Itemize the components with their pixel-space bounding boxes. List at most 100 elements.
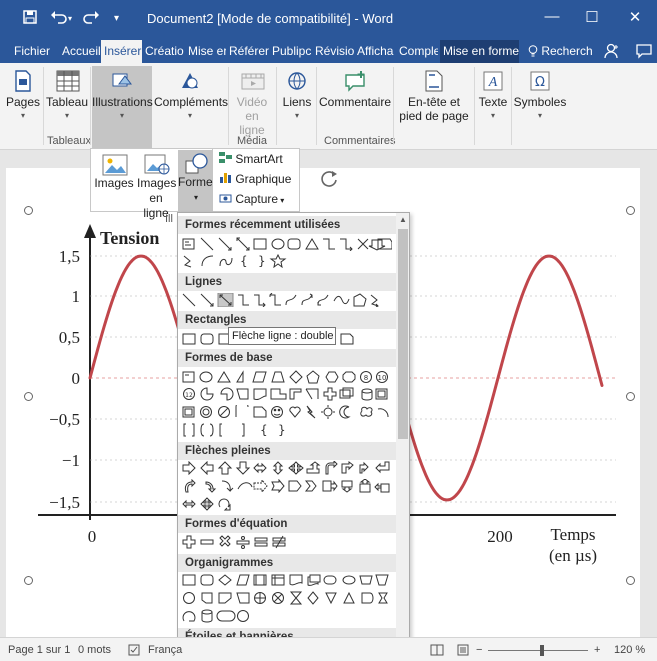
read-mode-icon[interactable]	[430, 644, 444, 659]
tab-accueil[interactable]: Accueil	[60, 40, 100, 63]
picture-icon	[102, 154, 128, 176]
undo-dropdown-icon[interactable]: ▾	[68, 9, 72, 29]
save-icon[interactable]	[22, 9, 38, 31]
graphique-button[interactable]: Graphique	[219, 172, 291, 186]
category-recent: Formes récemment utilisées	[178, 216, 396, 234]
shapes-row[interactable]	[182, 535, 392, 549]
shapes-row[interactable]: 12	[182, 387, 392, 401]
undo-icon[interactable]	[50, 9, 68, 31]
y-tick: 1	[72, 287, 81, 306]
word-count[interactable]: 0 mots	[78, 644, 111, 656]
omega-icon: Ω	[529, 70, 551, 92]
images-button[interactable]: Images	[93, 151, 135, 211]
illustrations-button[interactable]: Illustrations ▾	[92, 66, 153, 148]
y-tick: 1,5	[59, 247, 80, 266]
smartart-button[interactable]: SmartArt	[219, 152, 283, 166]
zoom-out-button[interactable]: −	[476, 644, 482, 656]
shapes-row[interactable]	[182, 591, 392, 605]
shapes-row[interactable]	[182, 461, 392, 475]
lightbulb-icon	[528, 44, 541, 58]
resize-handle[interactable]	[24, 392, 33, 401]
shapes-row[interactable]	[182, 479, 392, 493]
shapes-icon	[184, 153, 208, 174]
resize-handle[interactable]	[24, 206, 33, 215]
symboles-button[interactable]: Ω Symboles ▾	[513, 66, 567, 132]
shapes-row[interactable]	[182, 497, 392, 511]
language[interactable]: França	[148, 644, 182, 656]
minimize-button[interactable]: —	[537, 8, 567, 25]
tab-complements[interactable]: Comple	[397, 40, 438, 63]
share-user-icon[interactable]	[604, 43, 624, 62]
shapes-row[interactable]	[182, 293, 392, 307]
illustrations-icon	[111, 70, 133, 92]
rotate-handle-icon[interactable]	[319, 169, 341, 194]
illustrations-side-list: SmartArt Graphique Capture ▾	[213, 148, 300, 212]
tab-affichage[interactable]: Afficha	[355, 40, 396, 63]
tab-mise-en-page[interactable]: Mise er	[186, 40, 226, 63]
illustrations-dropdown: Images Images en ligne Formes ▾	[90, 148, 219, 220]
category-basic-shapes: Formes de base	[178, 349, 396, 367]
y-tick: 0,5	[59, 328, 80, 347]
online-images-button[interactable]: Images en ligne	[136, 151, 176, 220]
page-count[interactable]: Page 1 sur 1	[8, 644, 70, 656]
formes-button[interactable]: Formes ▾	[178, 150, 219, 212]
maximize-button[interactable]: ☐	[577, 8, 607, 26]
status-bar: Page 1 sur 1 0 mots França − + 120 %	[0, 637, 657, 661]
shapes-row[interactable]	[182, 573, 392, 587]
online-picture-icon	[144, 154, 170, 175]
tableau-button[interactable]: Tableau ▾	[45, 66, 89, 132]
scroll-thumb[interactable]	[398, 229, 408, 439]
zoom-slider[interactable]	[488, 650, 588, 651]
video-icon	[241, 70, 265, 92]
resize-handle[interactable]	[626, 392, 635, 401]
svg-text:A: A	[488, 75, 498, 90]
tab-inserer[interactable]: Insérer	[101, 40, 142, 63]
tab-creation[interactable]: Créatio	[143, 40, 184, 63]
entete-pied-button[interactable]: En-tête et pied de page	[395, 66, 473, 132]
resize-handle[interactable]	[626, 206, 635, 215]
redo-icon[interactable]	[82, 9, 100, 31]
shapes-row[interactable]: { }	[182, 254, 392, 268]
link-icon	[286, 70, 308, 92]
close-button[interactable]: ✕	[620, 8, 650, 26]
comments-icon[interactable]	[636, 44, 652, 62]
svg-text:{: {	[240, 254, 248, 268]
video-button: Vidéo en ligne	[230, 66, 274, 137]
y-axis-title: Tension	[100, 228, 159, 248]
tab-publipostage[interactable]: Publipc	[270, 40, 312, 63]
tab-references[interactable]: Référer	[227, 40, 269, 63]
zoom-slider-thumb[interactable]	[540, 645, 544, 656]
pages-button[interactable]: Pages ▾	[5, 66, 41, 132]
zoom-level[interactable]: 120 %	[614, 644, 645, 656]
svg-text:8: 8	[364, 374, 368, 382]
tab-revision[interactable]: Révisio	[313, 40, 354, 63]
text-icon: A	[482, 70, 504, 92]
complements-button[interactable]: Compléments ▾	[154, 66, 228, 132]
y-tick: −1	[62, 451, 80, 470]
tab-fichier[interactable]: Fichier	[12, 40, 50, 63]
resize-handle[interactable]	[24, 576, 33, 585]
proofing-icon[interactable]	[128, 644, 140, 659]
shapes-row[interactable]	[182, 609, 392, 623]
liens-button[interactable]: Liens ▾	[280, 66, 314, 132]
capture-button[interactable]: Capture ▾	[219, 192, 284, 206]
print-layout-icon[interactable]	[456, 644, 470, 659]
category-equation-shapes: Formes d'équation	[178, 515, 396, 533]
shapes-row[interactable]: 8 10	[182, 370, 392, 384]
ribbon: Pages ▾ Tableau ▾ Tableaux Illustrations ▾ …	[0, 63, 657, 150]
texte-button[interactable]: A Texte ▾	[476, 66, 510, 132]
commentaire-button[interactable]: Commentaire	[318, 66, 392, 132]
shapes-row[interactable]: { }	[182, 423, 392, 437]
scroll-up-icon[interactable]: ▲	[399, 215, 407, 224]
shapes-row[interactable]	[182, 237, 392, 251]
search-box[interactable]: Recherch	[528, 44, 593, 58]
resize-handle[interactable]	[626, 576, 635, 585]
customize-qat-icon[interactable]: ▾	[114, 9, 119, 29]
gallery-scrollbar[interactable]: ▲	[396, 213, 409, 660]
tab-mise-en-forme[interactable]: Mise en forme	[440, 40, 519, 63]
zoom-in-button[interactable]: +	[594, 644, 600, 656]
svg-text:}: }	[258, 254, 266, 268]
x-tick: 0	[88, 527, 97, 546]
svg-text:}: }	[278, 423, 286, 437]
shapes-row[interactable]	[182, 405, 392, 419]
